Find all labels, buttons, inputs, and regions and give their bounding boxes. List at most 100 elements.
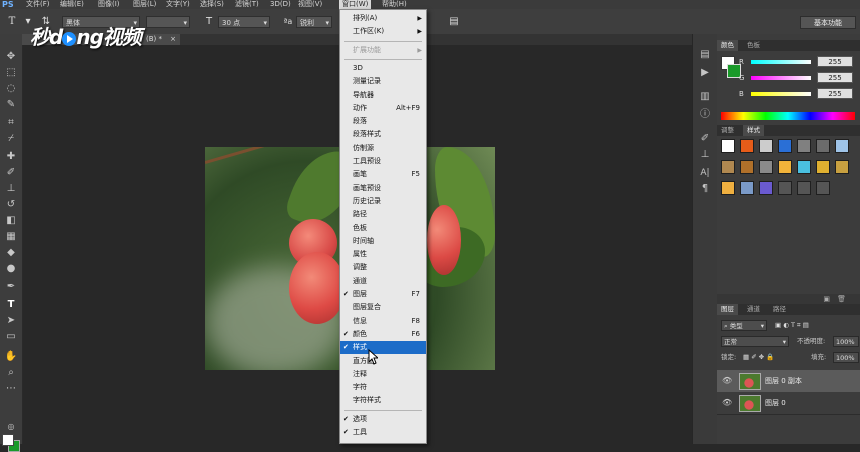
window-menu-item[interactable]: 调整 xyxy=(340,261,426,274)
menu-edit[interactable]: 编辑(E) xyxy=(60,0,84,9)
character-panel-icon[interactable]: A| xyxy=(698,166,712,180)
style-swatch[interactable] xyxy=(816,139,830,153)
hand-tool-icon[interactable]: ✋ xyxy=(3,350,19,364)
style-swatch[interactable] xyxy=(778,139,792,153)
style-swatch[interactable] xyxy=(797,181,811,195)
style-swatch[interactable] xyxy=(835,139,849,153)
window-menu-item[interactable]: 工作区(K) ▶ xyxy=(340,25,426,38)
style-swatch[interactable] xyxy=(721,139,735,153)
menu-file[interactable]: 文件(F) xyxy=(26,0,50,9)
lasso-tool-icon[interactable]: ◌ xyxy=(3,82,19,96)
menu-select[interactable]: 选择(S) xyxy=(200,0,224,9)
green-value-input[interactable]: 255 xyxy=(817,72,853,83)
window-menu-item[interactable]: 导航器 xyxy=(340,89,426,102)
red-value-input[interactable]: 255 xyxy=(817,56,853,67)
new-style-icon[interactable]: ▣ xyxy=(823,294,830,304)
eye-icon[interactable]: 👁 xyxy=(722,376,732,386)
window-menu-item[interactable]: ✔ 图层 F7 xyxy=(340,288,426,301)
workspace-switcher[interactable]: 基本功能 xyxy=(800,16,856,29)
marquee-tool-icon[interactable]: ⬚ xyxy=(3,66,19,80)
history-panel-icon[interactable]: ▤ xyxy=(698,48,712,62)
blue-value-input[interactable]: 255 xyxy=(817,88,853,99)
gradient-tool-icon[interactable]: ▦ xyxy=(3,230,19,244)
menu-3d[interactable]: 3D(D) xyxy=(270,0,291,9)
info-panel-icon[interactable]: ⓘ xyxy=(698,108,712,122)
more-tools-icon[interactable]: ⋯ xyxy=(3,382,19,396)
window-menu-item[interactable]: 段落 xyxy=(340,115,426,128)
style-swatch[interactable] xyxy=(797,160,811,174)
red-slider[interactable] xyxy=(751,60,811,64)
window-menu-item[interactable]: ✔ 选项 xyxy=(340,413,426,426)
window-menu-item[interactable]: 通道 xyxy=(340,275,426,288)
quick-select-tool-icon[interactable]: ✎ xyxy=(3,98,19,112)
pen-tool-icon[interactable]: ✒ xyxy=(3,280,19,294)
style-swatch[interactable] xyxy=(835,160,849,174)
window-menu-item[interactable]: 属性 xyxy=(340,248,426,261)
menu-image[interactable]: 图像(I) xyxy=(98,0,120,9)
layer-kind-filter[interactable]: ⌕ 类型 ▾ xyxy=(721,320,767,331)
style-swatch[interactable] xyxy=(778,160,792,174)
window-menu-item[interactable]: 画笔 F5 xyxy=(340,168,426,181)
brush-panel-icon[interactable]: ✐ xyxy=(698,132,712,146)
window-menu-item[interactable]: ✔ 样式 xyxy=(340,341,426,355)
window-menu-item[interactable]: 工具预设 xyxy=(340,155,426,168)
lock-icons[interactable]: ▦ ✐ ✥ 🔒 xyxy=(743,352,774,363)
blue-slider[interactable] xyxy=(751,92,811,96)
style-swatch[interactable] xyxy=(778,181,792,195)
window-menu-item[interactable]: 图层复合 xyxy=(340,301,426,314)
style-swatch[interactable] xyxy=(816,181,830,195)
style-swatch[interactable] xyxy=(721,160,735,174)
color-spectrum-bar[interactable] xyxy=(721,112,855,120)
histogram-panel-icon[interactable]: ▥ xyxy=(698,90,712,104)
style-swatch[interactable] xyxy=(740,139,754,153)
window-menu-item[interactable]: 直方图 xyxy=(340,355,426,368)
menu-view[interactable]: 视图(V) xyxy=(298,0,322,9)
menu-window[interactable]: 窗口(W) xyxy=(339,0,372,9)
window-menu-item[interactable]: 字符样式 xyxy=(340,394,426,407)
tab-styles[interactable]: 样式 xyxy=(743,125,764,136)
eye-icon[interactable]: 👁 xyxy=(722,398,732,408)
style-swatch[interactable] xyxy=(759,139,773,153)
clone-source-panel-icon[interactable]: ⊥ xyxy=(698,148,712,162)
blur-tool-icon[interactable]: ◆ xyxy=(3,246,19,260)
style-swatch[interactable] xyxy=(759,181,773,195)
menu-layer[interactable]: 图层(L) xyxy=(133,0,156,9)
close-icon[interactable]: × xyxy=(170,34,176,45)
window-menu-item[interactable]: 路径 xyxy=(340,208,426,221)
window-menu-item[interactable]: 历史记录 xyxy=(340,195,426,208)
opacity-input[interactable]: 100% xyxy=(833,336,859,347)
brush-tool-icon[interactable]: ✐ xyxy=(3,166,19,180)
shape-tool-icon[interactable]: ▭ xyxy=(3,330,19,344)
trash-icon[interactable]: 🗑 xyxy=(837,294,846,304)
type-tool-icon[interactable]: T xyxy=(3,298,19,312)
window-menu-item[interactable]: 排列(A) ▶ xyxy=(340,12,426,25)
window-menu-item[interactable]: 注释 xyxy=(340,368,426,381)
style-swatch[interactable] xyxy=(797,139,811,153)
antialias-select[interactable]: 锐利 ▾ xyxy=(296,16,332,28)
healing-brush-tool-icon[interactable]: ✚ xyxy=(3,150,19,164)
color-swatches[interactable] xyxy=(2,434,20,452)
tab-channels[interactable]: 通道 xyxy=(743,304,764,315)
layer-filter-icons[interactable]: ▣ ◐ T ⌗ ▤ xyxy=(775,320,809,331)
window-menu-item[interactable]: 段落样式 xyxy=(340,128,426,141)
layer-row[interactable]: 👁 图层 0 副本 xyxy=(717,370,860,393)
window-menu-item[interactable]: 扩展功能 ▶ xyxy=(340,44,426,57)
fill-input[interactable]: 100% xyxy=(833,352,859,363)
quick-mask-icon[interactable]: ◎ xyxy=(3,420,19,434)
window-menu-item[interactable]: 动作 Alt+F9 xyxy=(340,102,426,115)
menu-type[interactable]: 文字(Y) xyxy=(166,0,190,9)
tab-layers[interactable]: 图层 xyxy=(717,304,738,315)
path-select-tool-icon[interactable]: ➤ xyxy=(3,314,19,328)
eyedropper-tool-icon[interactable]: ⌿ xyxy=(3,132,19,146)
paragraph-panel-icon[interactable]: ¶ xyxy=(698,182,712,196)
style-swatch[interactable] xyxy=(816,160,830,174)
tab-swatches[interactable]: 色板 xyxy=(743,40,764,51)
tab-color[interactable]: 颜色 xyxy=(717,40,738,51)
window-menu-item[interactable]: ✔ 颜色 F6 xyxy=(340,328,426,341)
menu-filter[interactable]: 滤镜(T) xyxy=(235,0,259,9)
tab-adjustments[interactable]: 调整 xyxy=(717,125,738,136)
window-menu-item[interactable]: ✔ 工具 xyxy=(340,426,426,439)
style-swatch[interactable] xyxy=(740,181,754,195)
eraser-tool-icon[interactable]: ◧ xyxy=(3,214,19,228)
window-menu-item[interactable]: 画笔预设 xyxy=(340,182,426,195)
